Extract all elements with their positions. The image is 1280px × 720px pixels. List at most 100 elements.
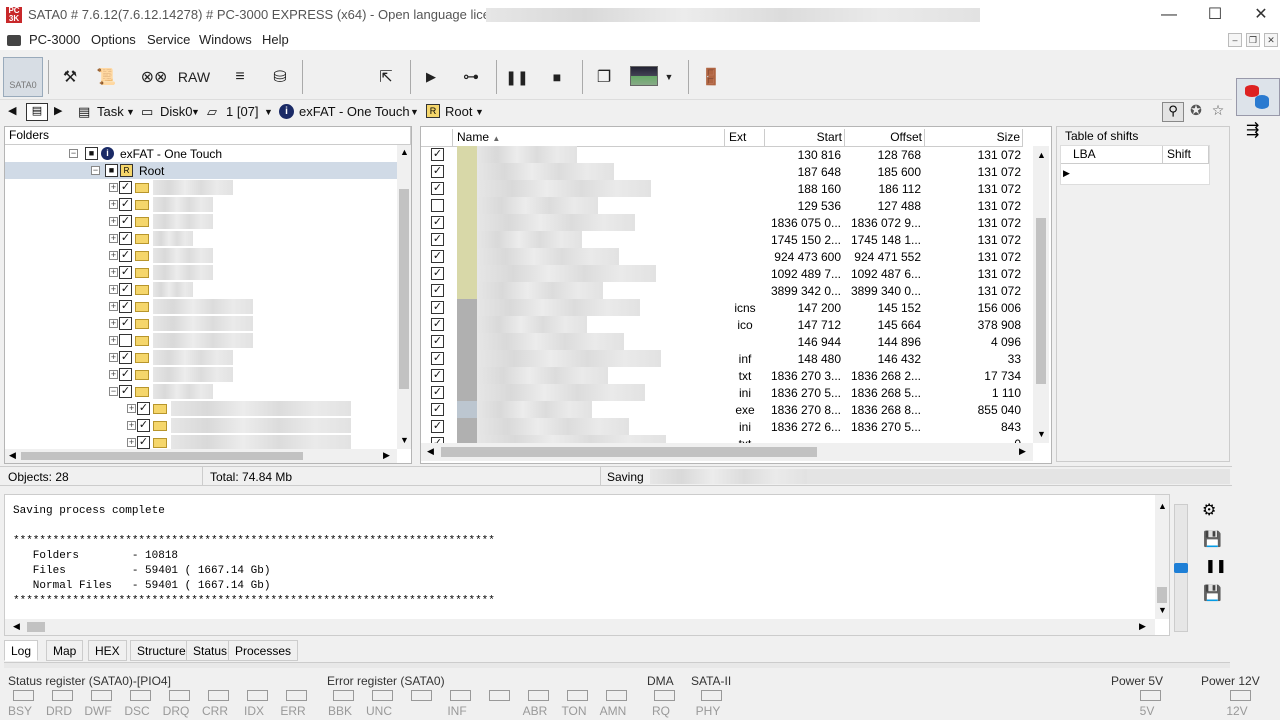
row-checkbox[interactable]: ✓ (431, 403, 444, 416)
mdi-restore-button[interactable]: ❐ (1246, 33, 1260, 47)
script-icon[interactable]: 📜 (92, 59, 120, 95)
scroll-up-icon[interactable]: ▲ (1158, 501, 1167, 511)
tab-log[interactable]: Log (4, 640, 39, 661)
expand-icon[interactable]: + (109, 217, 118, 226)
chevron-down-icon[interactable]: ▼ (264, 107, 273, 117)
maximize-button[interactable]: ☐ (1192, 0, 1238, 30)
scroll-right-icon[interactable]: ▶ (383, 450, 390, 461)
tree-checkbox[interactable]: ✓ (119, 300, 132, 313)
align-icon[interactable]: ⇶ (1246, 120, 1259, 140)
table-row[interactable]: 129 536 127 488 131 072 (421, 197, 1033, 214)
scroll-up-icon[interactable]: ▲ (400, 147, 409, 157)
stop-icon[interactable]: ■ (546, 59, 568, 95)
table-row[interactable]: ✓ 1092 489 7... 1092 487 6... 131 072 (421, 265, 1033, 282)
row-checkbox[interactable]: ✓ (431, 216, 444, 229)
sata-port-button[interactable]: SATA0 (3, 57, 43, 97)
chevron-down-icon[interactable]: ▼ (410, 107, 419, 117)
mdi-minimize-button[interactable]: – (1228, 33, 1242, 47)
table-row[interactable]: ✓ icns 147 200 145 152 156 006 (421, 299, 1033, 316)
search-icon[interactable]: ⚲ (1162, 102, 1184, 122)
scrollbar-thumb[interactable] (27, 622, 45, 632)
log-vertical-scrollbar[interactable]: ▲ ▼ (1155, 495, 1169, 619)
tab-map[interactable]: Map (46, 640, 84, 661)
tree-folder-row[interactable]: + ✓ (5, 179, 397, 196)
files-vertical-scrollbar[interactable]: ▲ ▼ (1033, 146, 1049, 443)
nav-partition[interactable]: 1 [07] (226, 104, 259, 119)
tree-folder-row[interactable]: + ✓ (5, 349, 397, 366)
tree-checkbox[interactable]: ✓ (119, 232, 132, 245)
row-checkbox[interactable]: ✓ (431, 318, 444, 331)
tab-processes[interactable]: Processes (228, 640, 299, 661)
scrollbar-thumb[interactable] (441, 447, 817, 457)
tree-folder-row[interactable]: + ✓ (5, 315, 397, 332)
nav-volume[interactable]: exFAT - One Touch (299, 104, 410, 119)
expand-icon[interactable]: + (109, 336, 118, 345)
collapse-icon[interactable]: − (69, 149, 78, 158)
expand-icon[interactable]: + (127, 404, 136, 413)
tree-folder-row[interactable]: + ✓ (5, 281, 397, 298)
column-header-size[interactable]: Size (925, 129, 1023, 147)
slider-handle[interactable] (1174, 563, 1188, 573)
star-icon[interactable]: ☆ (1208, 102, 1228, 122)
scroll-down-icon[interactable]: ▼ (1158, 605, 1167, 615)
chevron-down-icon[interactable]: ▼ (191, 107, 200, 117)
tree-checkbox[interactable]: ✓ (119, 385, 132, 398)
expand-icon[interactable]: + (109, 302, 118, 311)
row-checkbox[interactable]: ✓ (431, 335, 444, 348)
table-row[interactable]: ✓ exe 1836 270 8... 1836 268 8... 855 04… (421, 401, 1033, 418)
scroll-up-icon[interactable]: ▲ (1037, 150, 1046, 160)
tree-folder-row[interactable]: + ✓ (5, 196, 397, 213)
scroll-down-icon[interactable]: ▼ (400, 435, 409, 445)
scroll-down-icon[interactable]: ▼ (1037, 429, 1046, 439)
export-icon[interactable]: ⇱ (372, 59, 400, 95)
binoculars-icon[interactable]: ⊗⊗ (140, 59, 168, 95)
table-row[interactable]: ✓ txt 1836 270 3... 1836 268 2... 17 734 (421, 367, 1033, 384)
tree-checkbox[interactable]: ■ (85, 147, 98, 160)
tree-folder-row[interactable]: + ✓ (5, 366, 397, 383)
scroll-left-icon[interactable]: ◀ (9, 450, 16, 461)
stack-icon[interactable]: ≡ (226, 59, 254, 95)
table-row[interactable]: ✓ ini 1836 270 5... 1836 268 5... 1 110 (421, 384, 1033, 401)
log-horizontal-scrollbar[interactable]: ◀ ▶ (5, 619, 1155, 635)
expand-icon[interactable]: + (109, 370, 118, 379)
nav-root[interactable]: Root (445, 104, 472, 119)
expand-icon[interactable]: + (109, 234, 118, 243)
drive-icon[interactable]: ⛁ (266, 59, 294, 95)
row-checkbox[interactable]: ✓ (431, 267, 444, 280)
column-header-offset[interactable]: Offset (845, 129, 925, 147)
tree-checkbox[interactable]: ✓ (119, 283, 132, 296)
expand-icon[interactable]: + (109, 353, 118, 362)
table-row[interactable]: ✓ 1745 150 2... 1745 148 1... 131 072 (421, 231, 1033, 248)
row-checkbox[interactable]: ✓ (431, 250, 444, 263)
raw-button[interactable]: RAW (176, 59, 212, 95)
tree-folder-row[interactable]: + (5, 332, 397, 349)
star-gear-icon[interactable]: ✪ (1186, 102, 1206, 122)
table-row[interactable]: ✓ 130 816 128 768 131 072 (421, 146, 1033, 163)
scrollbar-thumb[interactable] (399, 189, 409, 389)
scroll-left-icon[interactable]: ◀ (13, 621, 20, 632)
table-row[interactable]: ✓ ico 147 712 145 664 378 908 (421, 316, 1033, 333)
pause-icon[interactable]: ❚❚ (505, 59, 528, 95)
chevron-down-icon[interactable]: ▼ (126, 107, 135, 117)
column-header-start[interactable]: Start (765, 129, 845, 147)
row-checkbox[interactable]: ✓ (431, 182, 444, 195)
column-header-name[interactable]: Name ▲ (453, 129, 725, 147)
exit-icon[interactable]: 🚪 (698, 59, 724, 95)
tree-folder-row[interactable]: + ✓ (5, 298, 397, 315)
table-row[interactable]: ✓ 146 944 144 896 4 096 (421, 333, 1033, 350)
tree-checkbox[interactable]: ✓ (119, 266, 132, 279)
row-checkbox[interactable]: ✓ (431, 386, 444, 399)
tree-checkbox[interactable]: ✓ (119, 317, 132, 330)
expand-icon[interactable]: + (109, 183, 118, 192)
scrollbar-thumb[interactable] (1157, 587, 1167, 603)
table-row[interactable]: ✓ 924 473 600 924 471 552 131 072 (421, 248, 1033, 265)
chevron-down-icon[interactable]: ▼ (662, 59, 676, 95)
row-checkbox[interactable]: ✓ (431, 148, 444, 161)
expand-icon[interactable]: + (127, 421, 136, 430)
nav-disk[interactable]: Disk0 (160, 104, 193, 119)
expand-icon[interactable]: + (109, 319, 118, 328)
nav-task[interactable]: Task (97, 104, 124, 119)
nav-back-icon[interactable]: ◀ (8, 104, 16, 117)
tree-checkbox[interactable]: ✓ (119, 368, 132, 381)
tree-subfolder-row[interactable]: + ✓ (5, 417, 397, 434)
